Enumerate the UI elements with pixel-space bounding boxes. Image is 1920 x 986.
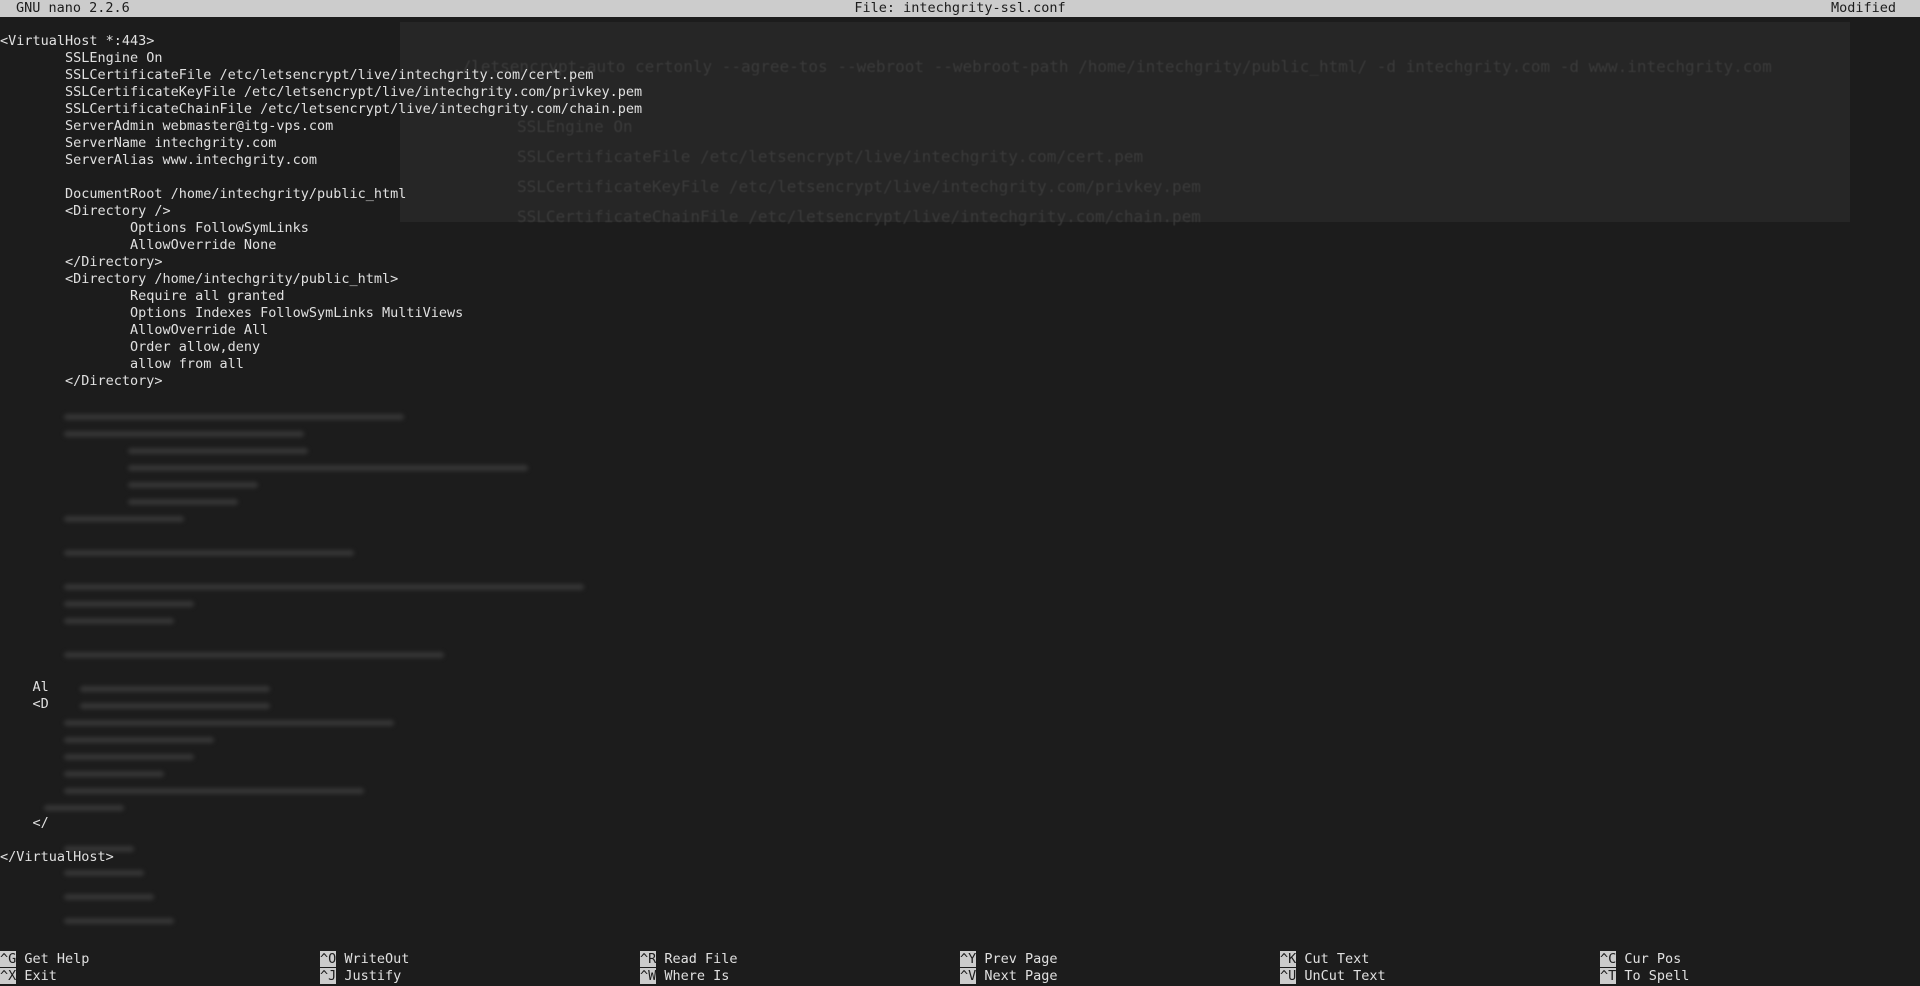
editor-line[interactable]: </ bbox=[0, 815, 1920, 832]
editor-line[interactable] bbox=[0, 611, 1920, 628]
editor-line[interactable] bbox=[0, 577, 1920, 594]
editor-line[interactable]: SSLCertificateChainFile /etc/letsencrypt… bbox=[0, 101, 1920, 118]
shortcut-label: Where Is bbox=[664, 968, 730, 984]
shortcut-bar: ^G Get Help ^X Exit ^O WriteOut ^J Justify ^… bbox=[0, 951, 1920, 985]
shortcut-key: ^G bbox=[0, 951, 17, 967]
shortcut-to-spell[interactable]: ^T To Spell bbox=[1600, 968, 1689, 985]
shortcut-label: Prev Page bbox=[984, 951, 1058, 967]
editor-line[interactable] bbox=[0, 458, 1920, 475]
editor-line[interactable] bbox=[0, 662, 1920, 679]
editor-line[interactable]: ServerAdmin webmaster@itg-vps.com bbox=[0, 118, 1920, 135]
shortcut-key: ^V bbox=[960, 968, 977, 984]
editor-line[interactable] bbox=[0, 509, 1920, 526]
shortcut-prev-page[interactable]: ^Y Prev Page bbox=[960, 951, 1058, 968]
editor-line[interactable] bbox=[0, 594, 1920, 611]
terminal-window: ./letsencrypt-auto certonly --agree-tos … bbox=[0, 0, 1920, 986]
editor-line[interactable] bbox=[0, 543, 1920, 560]
shortcut-key: ^T bbox=[1600, 968, 1617, 984]
shortcut-label: Exit bbox=[24, 968, 57, 984]
shortcut-label: Read File bbox=[664, 951, 738, 967]
editor-line[interactable]: ServerName intechgrity.com bbox=[0, 135, 1920, 152]
shortcut-get-help[interactable]: ^G Get Help bbox=[0, 951, 89, 968]
editor-line[interactable]: Require all granted bbox=[0, 288, 1920, 305]
editor-line[interactable] bbox=[0, 832, 1920, 849]
editor-line[interactable] bbox=[0, 713, 1920, 730]
editor-line[interactable] bbox=[0, 560, 1920, 577]
editor-line[interactable] bbox=[0, 441, 1920, 458]
shortcut-label: Justify bbox=[344, 968, 402, 984]
editor-line[interactable]: AllowOverride All bbox=[0, 322, 1920, 339]
shortcut-uncut-text[interactable]: ^U UnCut Text bbox=[1280, 968, 1386, 985]
shortcut-label: UnCut Text bbox=[1304, 968, 1386, 984]
editor-line[interactable] bbox=[0, 645, 1920, 662]
editor-line[interactable]: <D bbox=[0, 696, 1920, 713]
shortcut-key: ^U bbox=[1280, 968, 1297, 984]
editor-line[interactable] bbox=[0, 526, 1920, 543]
editor-line[interactable]: DocumentRoot /home/intechgrity/public_ht… bbox=[0, 186, 1920, 203]
shortcut-label: Cut Text bbox=[1304, 951, 1370, 967]
editor-text-area[interactable]: <VirtualHost *:443> SSLEngine On SSLCert… bbox=[0, 33, 1920, 866]
editor-line[interactable]: Order allow,deny bbox=[0, 339, 1920, 356]
editor-line[interactable]: ServerAlias www.intechgrity.com bbox=[0, 152, 1920, 169]
editor-line[interactable]: </Directory> bbox=[0, 373, 1920, 390]
shortcut-cut-text[interactable]: ^K Cut Text bbox=[1280, 951, 1369, 968]
editor-line[interactable]: </VirtualHost> bbox=[0, 849, 1920, 866]
shortcut-label: Next Page bbox=[984, 968, 1058, 984]
editor-line[interactable] bbox=[0, 390, 1920, 407]
shortcut-exit[interactable]: ^X Exit bbox=[0, 968, 57, 985]
shortcut-read-file[interactable]: ^R Read File bbox=[640, 951, 738, 968]
shortcut-key: ^K bbox=[1280, 951, 1297, 967]
shortcut-key: ^C bbox=[1600, 951, 1617, 967]
shortcut-label: Cur Pos bbox=[1624, 951, 1682, 967]
editor-line[interactable] bbox=[0, 628, 1920, 645]
editor-line[interactable]: SSLCertificateKeyFile /etc/letsencrypt/l… bbox=[0, 84, 1920, 101]
editor-line[interactable]: Al bbox=[0, 679, 1920, 696]
shortcut-key: ^O bbox=[320, 951, 337, 967]
editor-line[interactable]: Options Indexes FollowSymLinks MultiView… bbox=[0, 305, 1920, 322]
shortcut-label: WriteOut bbox=[344, 951, 410, 967]
shortcut-key: ^X bbox=[0, 968, 17, 984]
editor-line[interactable]: </Directory> bbox=[0, 254, 1920, 271]
shortcut-key: ^R bbox=[640, 951, 657, 967]
shortcut-writeout[interactable]: ^O WriteOut bbox=[320, 951, 409, 968]
shortcut-key: ^Y bbox=[960, 951, 977, 967]
editor-line[interactable]: AllowOverride None bbox=[0, 237, 1920, 254]
shortcut-label: To Spell bbox=[1624, 968, 1690, 984]
editor-line[interactable] bbox=[0, 492, 1920, 509]
shortcut-key: ^J bbox=[320, 968, 337, 984]
editor-line[interactable] bbox=[0, 424, 1920, 441]
editor-line[interactable]: SSLEngine On bbox=[0, 50, 1920, 67]
editor-line[interactable] bbox=[0, 781, 1920, 798]
shortcut-label: Get Help bbox=[24, 951, 90, 967]
editor-line[interactable] bbox=[0, 747, 1920, 764]
shortcut-where-is[interactable]: ^W Where Is bbox=[640, 968, 729, 985]
editor-line[interactable] bbox=[0, 169, 1920, 186]
shortcut-justify[interactable]: ^J Justify bbox=[320, 968, 401, 985]
editor-line[interactable] bbox=[0, 407, 1920, 424]
nano-title-bar: GNU nano 2.2.6 File: intechgrity-ssl.con… bbox=[0, 0, 1920, 17]
editor-line[interactable]: <VirtualHost *:443> bbox=[0, 33, 1920, 50]
modified-status: Modified bbox=[1830, 0, 1896, 16]
editor-line[interactable]: SSLCertificateFile /etc/letsencrypt/live… bbox=[0, 67, 1920, 84]
shortcut-cur-pos[interactable]: ^C Cur Pos bbox=[1600, 951, 1681, 968]
editor-line[interactable] bbox=[0, 764, 1920, 781]
editor-line[interactable]: <Directory /home/intechgrity/public_html… bbox=[0, 271, 1920, 288]
editor-line[interactable]: <Directory /> bbox=[0, 203, 1920, 220]
shortcut-next-page[interactable]: ^V Next Page bbox=[960, 968, 1058, 985]
editor-line[interactable] bbox=[0, 730, 1920, 747]
file-name: File: intechgrity-ssl.conf bbox=[854, 0, 1066, 16]
editor-line[interactable]: allow from all bbox=[0, 356, 1920, 373]
editor-line[interactable]: Options FollowSymLinks bbox=[0, 220, 1920, 237]
editor-line[interactable] bbox=[0, 798, 1920, 815]
shortcut-key: ^W bbox=[640, 968, 657, 984]
editor-line[interactable] bbox=[0, 475, 1920, 492]
